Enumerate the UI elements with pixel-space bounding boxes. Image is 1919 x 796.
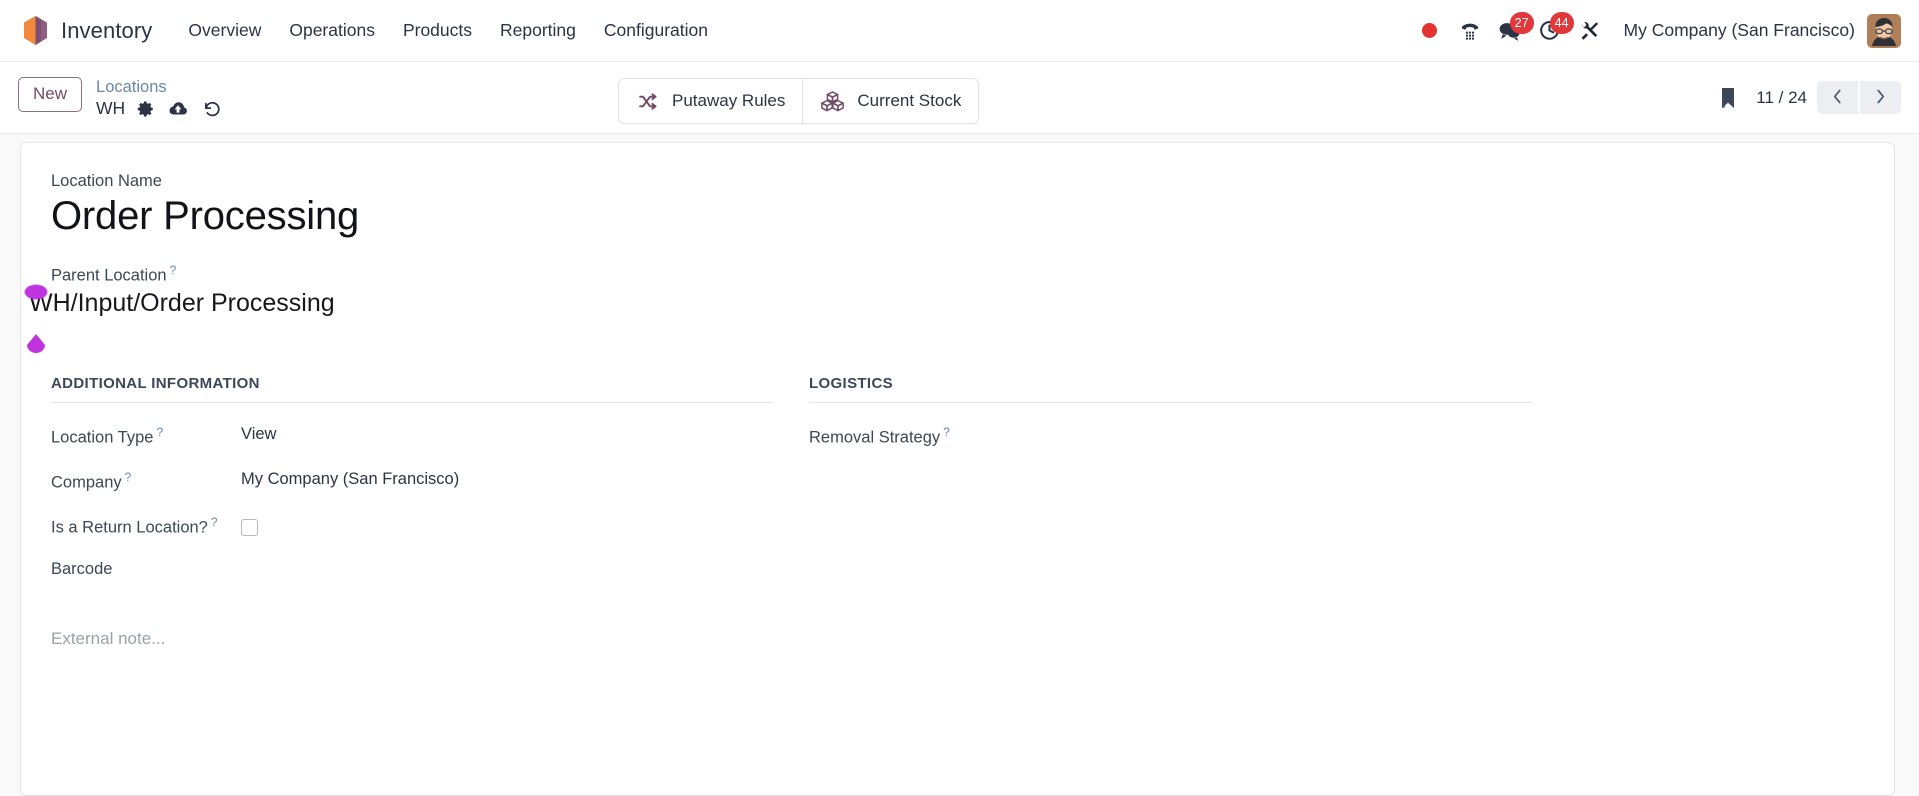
barcode-label: Barcode [51,558,241,579]
pager-next-button[interactable] [1860,81,1901,114]
location-type-value[interactable]: View [241,423,276,444]
stat-button-putaway-rules-label: Putaway Rules [672,91,786,110]
menu-item-products[interactable]: Products [389,14,486,47]
removal-strategy-label: Removal Strategy? [809,423,999,448]
parent-location-label: Parent Location? [51,263,1862,287]
chevron-right-icon [1874,87,1887,109]
form-sheet: Location Name Order Processing Parent Lo… [20,142,1895,796]
company-label: Company? [51,468,241,493]
location-name-value[interactable]: Order Processing [51,193,1862,240]
record-dot-icon[interactable] [1410,11,1450,51]
bookmark-icon[interactable] [1718,86,1738,110]
undo-icon[interactable] [201,99,222,119]
gear-icon[interactable] [137,100,155,118]
cloud-upload-icon[interactable] [167,99,189,119]
app-name: Inventory [61,17,153,43]
form-page-background: Location Name Order Processing Parent Lo… [0,134,1919,796]
barcode-label-text: Barcode [51,559,113,578]
help-icon[interactable]: ? [156,425,163,439]
stat-button-group: Putaway Rules Current Stock [618,78,980,124]
group-additional-information-title: ADDITIONAL INFORMATION [51,375,773,403]
removal-strategy-label-text: Removal Strategy [809,428,941,447]
main-menu: Overview Operations Products Reporting C… [174,14,722,47]
pager: 11 / 24 [1756,81,1901,114]
pager-value[interactable]: 11 / 24 [1756,88,1807,108]
field-row-removal-strategy: Removal Strategy? [809,423,1531,468]
location-type-label-text: Location Type [51,428,154,447]
annotation-marker-droplet [25,333,47,353]
menu-item-operations[interactable]: Operations [275,14,389,47]
new-button[interactable]: New [18,76,83,113]
group-additional-information: ADDITIONAL INFORMATION Location Type? Vi… [51,375,773,649]
menu-item-overview[interactable]: Overview [174,14,275,47]
stat-button-current-stock-label: Current Stock [857,91,962,110]
menu-item-reporting[interactable]: Reporting [486,14,590,47]
help-icon[interactable]: ? [943,425,950,439]
field-row-barcode: Barcode [51,558,773,603]
menu-item-configuration[interactable]: Configuration [590,14,722,47]
field-row-is-return-location: Is a Return Location?? [51,513,773,558]
stat-button-current-stock[interactable]: Current Stock [802,79,979,123]
control-panel: New Locations WH Putaway Rules Current S… [0,62,1919,134]
field-row-company: Company? My Company (San Francisco) [51,468,773,513]
parent-location-label-text: Parent Location [51,266,167,285]
odoo-logo-icon [22,15,49,46]
control-panel-left: New Locations WH [18,75,222,121]
help-icon[interactable]: ? [125,470,132,484]
is-return-location-label-text: Is a Return Location? [51,518,208,537]
help-icon[interactable]: ? [170,263,177,277]
location-type-label: Location Type? [51,423,241,448]
group-logistics-title: LOGISTICS [809,375,1531,403]
top-navbar: Inventory Overview Operations Products R… [0,0,1919,62]
breadcrumb: Locations WH [96,75,222,121]
is-return-location-value [241,513,258,536]
chevron-left-icon [1831,87,1844,109]
control-panel-right: 11 / 24 [1718,81,1901,114]
is-return-location-checkbox[interactable] [241,518,258,536]
messages-icon[interactable]: 27 [1490,11,1534,51]
activity-clock-icon[interactable]: 44 [1530,11,1574,51]
company-label-text: Company [51,473,122,492]
tools-icon[interactable] [1570,11,1610,51]
breadcrumb-current-record: WH [96,98,126,119]
pager-previous-button[interactable] [1817,81,1858,114]
location-name-label: Location Name [51,172,162,190]
is-return-location-label: Is a Return Location?? [51,513,241,538]
phone-dialpad-icon[interactable] [1450,11,1490,51]
shuffle-icon [636,91,660,112]
app-brand[interactable]: Inventory [22,15,152,46]
navbar-systray: 27 44 My Company (San Francisco) [1410,11,1901,51]
group-logistics: LOGISTICS Removal Strategy? [809,375,1531,649]
parent-location-value[interactable]: WH/Input/Order Processing [29,288,1862,319]
avatar[interactable] [1867,13,1901,48]
company-switcher[interactable]: My Company (San Francisco) [1624,20,1855,41]
company-value[interactable]: My Company (San Francisco) [241,468,459,489]
boxes-icon [820,90,845,112]
breadcrumb-item-locations[interactable]: Locations [96,77,222,98]
stat-button-putaway-rules[interactable]: Putaway Rules [619,79,803,123]
field-row-location-type: Location Type? View [51,423,773,468]
form-groups: ADDITIONAL INFORMATION Location Type? Vi… [51,375,1862,649]
help-icon[interactable]: ? [211,515,218,529]
external-note-input[interactable]: External note... [51,629,773,649]
